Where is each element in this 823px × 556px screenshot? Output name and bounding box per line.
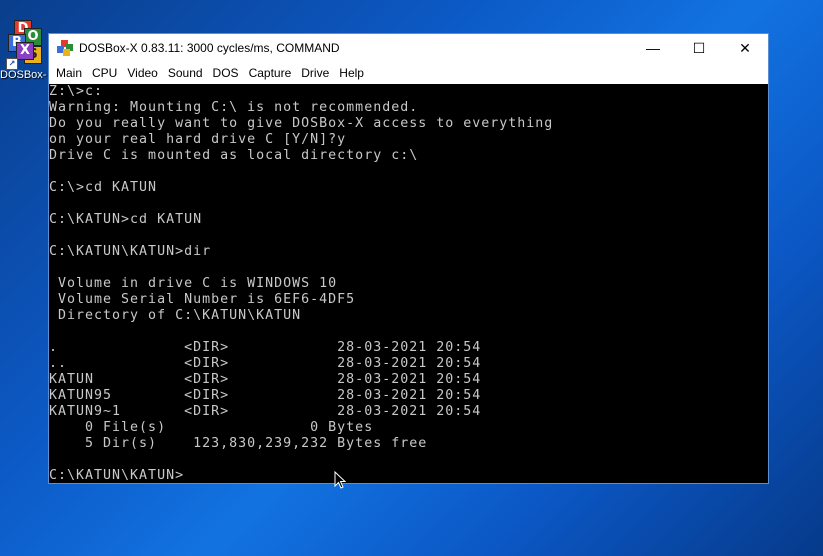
desktop-shortcut-dosbox[interactable]: D O B S X ↗ DOSBox-	[0, 20, 48, 81]
title-bar[interactable]: DOSBox-X 0.83.11: 3000 cycles/ms, COMMAN…	[49, 34, 768, 62]
menu-cpu[interactable]: CPU	[87, 62, 122, 84]
console-line: Drive C is mounted as local directory c:…	[49, 148, 419, 163]
console-line: KATUN <DIR> 28-03-2021 20:54	[49, 372, 482, 387]
console-line: C:\KATUN>cd KATUN	[49, 212, 203, 227]
close-button[interactable]: ✕	[722, 34, 768, 62]
dosbox-window: DOSBox-X 0.83.11: 3000 cycles/ms, COMMAN…	[48, 33, 769, 484]
console-line: C:\KATUN\KATUN>	[49, 468, 185, 483]
window-controls: — ☐ ✕	[630, 34, 768, 62]
menu-bar: Main CPU Video Sound DOS Capture Drive H…	[49, 62, 768, 84]
menu-dos[interactable]: DOS	[208, 62, 244, 84]
minimize-button[interactable]: —	[630, 34, 676, 62]
dosbox-app-icon[interactable]	[57, 40, 73, 56]
console-line: Volume Serial Number is 6EF6-4DF5	[49, 292, 356, 307]
console-line: KATUN95 <DIR> 28-03-2021 20:54	[49, 388, 482, 403]
console-line: . <DIR> 28-03-2021 20:54	[49, 340, 482, 355]
mouse-pointer-icon	[334, 471, 346, 489]
menu-capture[interactable]: Capture	[244, 62, 297, 84]
console-line: C:\>cd KATUN	[49, 180, 158, 195]
console-line: .. <DIR> 28-03-2021 20:54	[49, 356, 482, 371]
shortcut-arrow-icon: ↗	[6, 58, 18, 70]
menu-sound[interactable]: Sound	[163, 62, 208, 84]
console-line: Directory of C:\KATUN\KATUN	[49, 308, 302, 323]
console-line: on your real hard drive C [Y/N]?y	[49, 132, 347, 147]
console-output: Z:\>c: Warning: Mounting C:\ is not recom…	[49, 84, 768, 483]
console-line: C:\KATUN\KATUN>dir	[49, 244, 212, 259]
logo-letter-x: X	[16, 42, 34, 60]
menu-main[interactable]: Main	[51, 62, 87, 84]
console-line: Warning: Mounting C:\ is not recommended…	[49, 100, 419, 115]
console-line: Volume in drive C is WINDOWS 10	[49, 276, 338, 291]
menu-video[interactable]: Video	[122, 62, 162, 84]
maximize-button[interactable]: ☐	[676, 34, 722, 62]
console-line: KATUN9~1 <DIR> 28-03-2021 20:54	[49, 404, 482, 419]
dos-console[interactable]: Z:\>c: Warning: Mounting C:\ is not recom…	[49, 84, 768, 483]
menu-drive[interactable]: Drive	[296, 62, 334, 84]
console-line: Do you really want to give DOSBox-X acce…	[49, 116, 554, 131]
console-line: 0 File(s) 0 Bytes	[49, 420, 374, 435]
desktop-icon-label: DOSBox-	[0, 69, 47, 81]
menu-help[interactable]: Help	[334, 62, 369, 84]
console-line: Z:\>c:	[49, 84, 104, 99]
dosbox-logo-icon: D O B S X ↗	[4, 20, 44, 70]
console-line: 5 Dir(s) 123,830,239,232 Bytes free	[49, 436, 428, 451]
window-title: DOSBox-X 0.83.11: 3000 cycles/ms, COMMAN…	[79, 41, 340, 55]
